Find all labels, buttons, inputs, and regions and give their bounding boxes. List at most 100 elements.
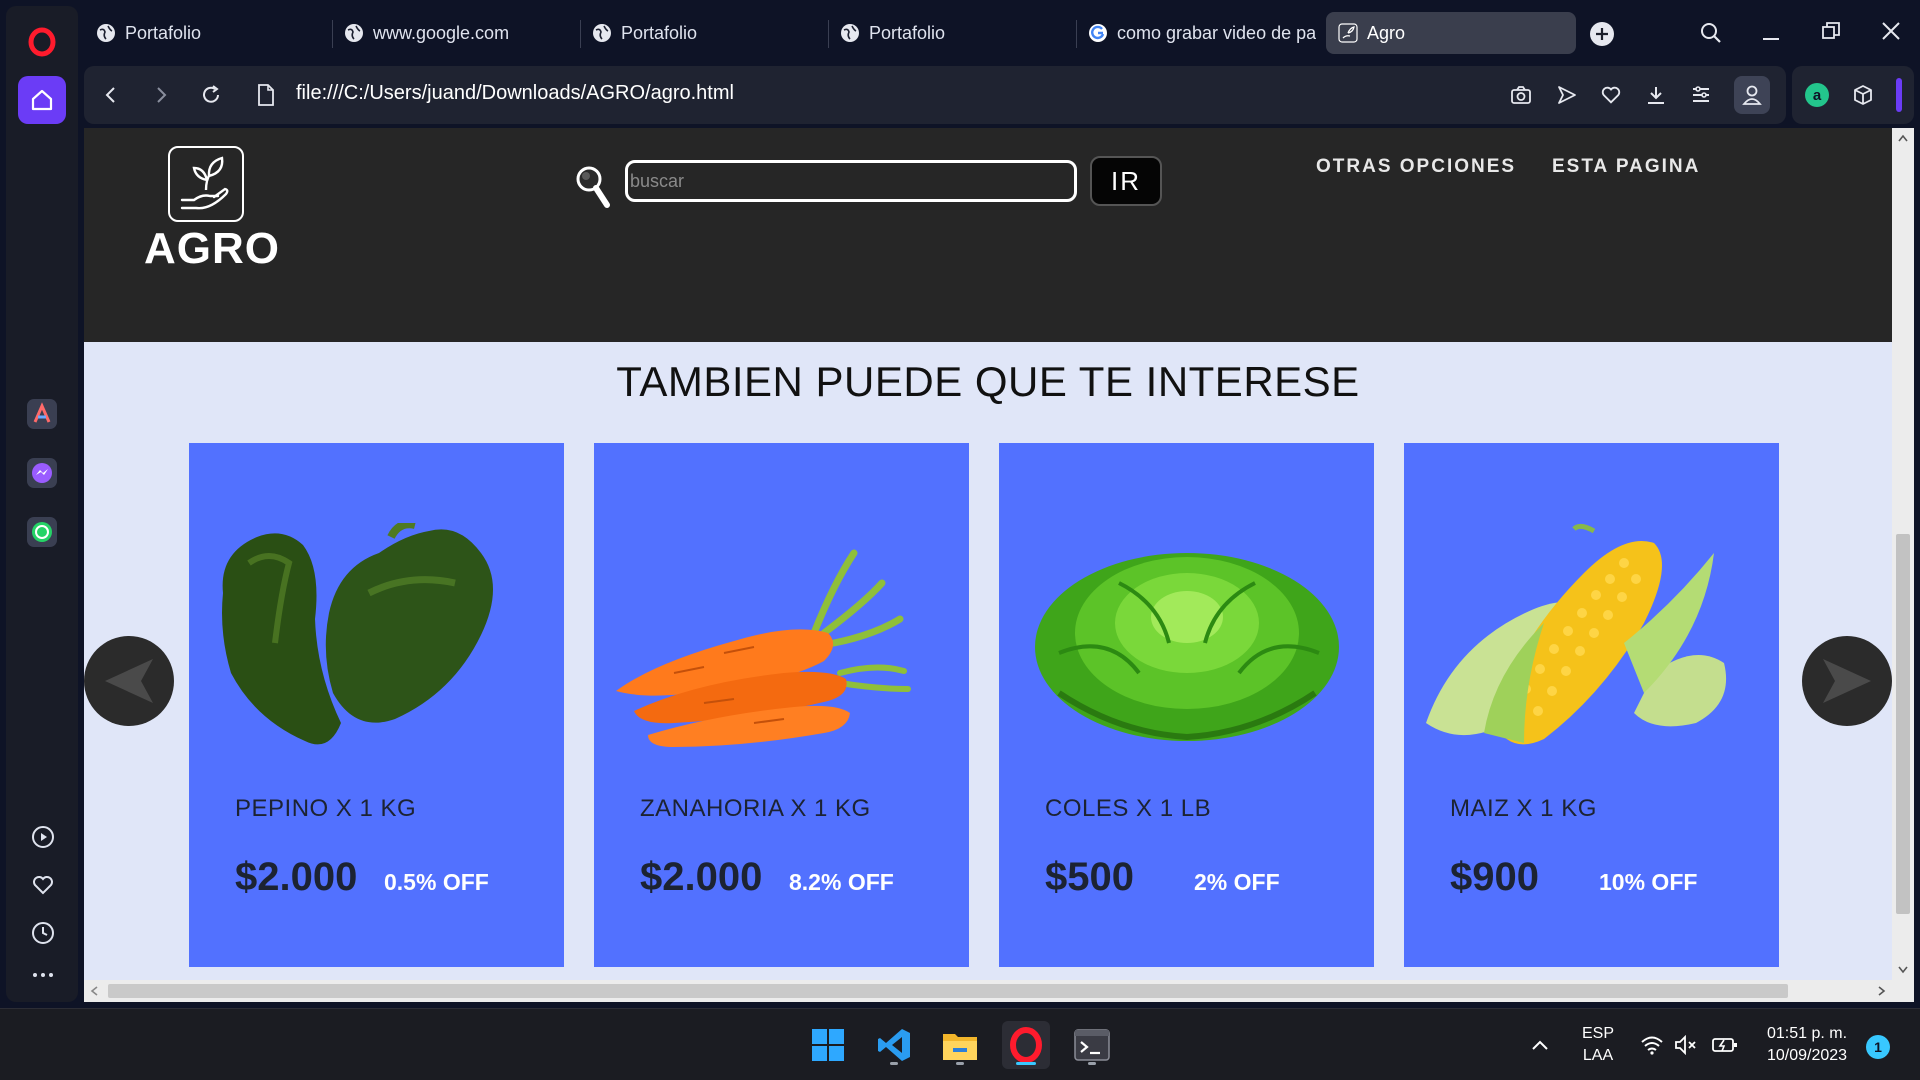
battery-charging-icon[interactable]: [1710, 1031, 1740, 1059]
product-discount: 0.5% OFF: [384, 869, 489, 895]
product-name: MAIZ X 1 KG: [1450, 795, 1597, 822]
file-explorer-icon[interactable]: [936, 1021, 984, 1069]
tab-label: Agro: [1367, 22, 1406, 43]
product-discount: 2% OFF: [1194, 869, 1280, 895]
desktop: Portafolio www.google.com Portafolio Por…: [0, 0, 1920, 1080]
heart-icon[interactable]: [30, 872, 56, 898]
google-icon: [1089, 24, 1107, 42]
product-price: $500: [1045, 855, 1134, 899]
tab-agro-active[interactable]: Agro: [1326, 12, 1576, 54]
windows-taskbar: ESP LAA 01:51 p. m. 10/09/2023 1: [0, 1008, 1920, 1080]
running-indicator: [956, 1062, 964, 1065]
tab-portafolio-2[interactable]: Portafolio: [580, 12, 820, 54]
file-icon: [252, 81, 280, 109]
arrow-right-icon: [1823, 659, 1871, 703]
back-icon[interactable]: [96, 80, 126, 110]
messenger-icon[interactable]: [18, 449, 66, 497]
tab-portafolio-3[interactable]: Portafolio: [828, 12, 1068, 54]
notification-badge[interactable]: 1: [1866, 1035, 1890, 1059]
horizontal-scroll-thumb[interactable]: [108, 984, 1788, 998]
product-card[interactable]: COLES X 1 LB $500 2% OFF: [999, 443, 1374, 967]
tab-google[interactable]: www.google.com: [332, 12, 572, 54]
player-icon[interactable]: [30, 824, 56, 850]
clock-date: 10/09/2023: [1766, 1047, 1848, 1064]
product-card[interactable]: PEPINO X 1 KG $2.000 0.5% OFF: [189, 443, 564, 967]
horizontal-scrollbar[interactable]: [84, 980, 1892, 1002]
aria-icon[interactable]: [18, 390, 66, 438]
product-card[interactable]: ZANAHORIA X 1 KG $2.000 8.2% OFF: [594, 443, 969, 967]
easy-setup-icon[interactable]: [1686, 80, 1716, 110]
scroll-left-icon[interactable]: [90, 986, 98, 996]
tab-search-icon[interactable]: [1696, 18, 1726, 48]
product-price: $900: [1450, 855, 1539, 899]
forward-icon[interactable]: [146, 80, 176, 110]
download-icon[interactable]: [1641, 80, 1671, 110]
bookmark-heart-icon[interactable]: [1596, 80, 1626, 110]
agro-logo-icon[interactable]: [168, 146, 244, 222]
scroll-right-icon[interactable]: [1878, 986, 1886, 996]
globe-icon: [841, 24, 859, 42]
product-card[interactable]: MAIZ X 1 KG $900 10% OFF: [1404, 443, 1779, 967]
terminal-icon[interactable]: [1068, 1021, 1116, 1069]
vertical-scroll-thumb[interactable]: [1896, 534, 1910, 914]
scroll-up-icon[interactable]: [1898, 134, 1908, 142]
profile-icon[interactable]: [1734, 76, 1770, 114]
vertical-scrollbar[interactable]: [1892, 128, 1914, 1002]
active-indicator: [1016, 1062, 1036, 1065]
search-go-button[interactable]: IR: [1090, 156, 1162, 206]
new-tab-plus-icon[interactable]: [1590, 22, 1614, 46]
language-code: ESP: [1581, 1025, 1614, 1042]
running-indicator: [1088, 1062, 1096, 1065]
input-language[interactable]: ESP LAA: [1572, 1023, 1624, 1067]
wifi-icon[interactable]: [1638, 1031, 1666, 1059]
scroll-down-icon[interactable]: [1898, 966, 1908, 974]
send-icon[interactable]: [1552, 80, 1582, 110]
lettuce-image: [1035, 553, 1339, 741]
history-icon[interactable]: [30, 920, 56, 946]
snapshot-icon[interactable]: [1506, 80, 1536, 110]
address-bar: file:///C:/Users/juand/Downloads/AGRO/ag…: [84, 66, 1786, 124]
plant-icon: [1338, 23, 1358, 43]
nav-esta-pagina[interactable]: ESTA PAGINA: [1552, 156, 1700, 178]
restore-icon[interactable]: [1816, 16, 1846, 46]
logo-text[interactable]: AGRO: [144, 224, 280, 274]
whatsapp-icon[interactable]: [18, 508, 66, 556]
close-window-icon[interactable]: [1876, 16, 1906, 46]
product-name: COLES X 1 LB: [1045, 795, 1212, 822]
search-input[interactable]: [625, 160, 1077, 202]
tab-label: www.google.com: [373, 22, 510, 43]
volume-muted-icon[interactable]: [1672, 1031, 1700, 1059]
minimize-icon[interactable]: [1756, 18, 1786, 48]
vscode-icon[interactable]: [870, 1021, 918, 1069]
tab-label: Portafolio: [621, 22, 698, 43]
nav-otras-opciones[interactable]: OTRAS OPCIONES: [1316, 156, 1516, 178]
product-price: $2.000: [235, 855, 358, 899]
carousel-prev-button[interactable]: [84, 636, 174, 726]
url-text[interactable]: file:///C:/Users/juand/Downloads/AGRO/ag…: [296, 82, 734, 105]
more-icon[interactable]: [30, 962, 56, 988]
tab-google-search[interactable]: como grabar video de pa: [1076, 12, 1316, 54]
carrots-image: [616, 549, 911, 747]
windows-start-icon[interactable]: [804, 1021, 852, 1069]
chevron-up-icon[interactable]: [1526, 1031, 1554, 1059]
extensions-cube-icon[interactable]: [1848, 80, 1878, 110]
opera-logo-icon[interactable]: [18, 18, 66, 66]
svg-text:a: a: [1813, 87, 1822, 104]
tab-label: Portafolio: [869, 22, 946, 43]
globe-icon: [97, 24, 115, 42]
home-icon[interactable]: [18, 76, 66, 124]
tab-portafolio-1[interactable]: Portafolio: [84, 12, 324, 54]
reload-icon[interactable]: [196, 80, 226, 110]
opera-taskbar-icon[interactable]: [1002, 1021, 1050, 1069]
product-name: PEPINO X 1 KG: [235, 795, 417, 822]
tab-label: Portafolio: [125, 22, 202, 43]
keyboard-layout: LAA: [1582, 1047, 1614, 1064]
clock[interactable]: 01:51 p. m. 10/09/2023: [1752, 1023, 1862, 1067]
site-header: AGRO IR OTRAS OPCIONES ESTA PAGINA: [84, 128, 1892, 342]
product-discount: 10% OFF: [1599, 869, 1698, 895]
aria-extension-icon[interactable]: a: [1802, 80, 1832, 110]
carousel-next-button[interactable]: [1802, 636, 1892, 726]
opera-sidebar: [6, 6, 78, 1002]
tab-label: como grabar video de pa: [1117, 22, 1316, 43]
running-indicator: [890, 1062, 898, 1065]
